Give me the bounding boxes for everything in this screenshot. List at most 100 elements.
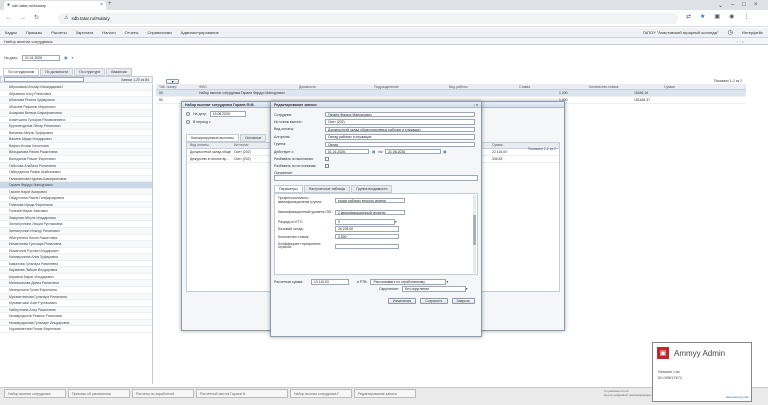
taskbar-item-label: Приказы об увольнении [72,391,111,396]
close-icon[interactable]: ▫ × [474,103,478,107]
browser-tab[interactable]: ● sdb.tatar.ru/#salary × [4,1,106,10]
close-button[interactable]: Закрыть [451,297,475,304]
save-button[interactable]: Сохранить [420,297,448,304]
tab-settings-tables[interactable]: Настроечные таблицы [303,185,351,194]
col-rate: Ставка [519,84,531,89]
col-fio: ФИО [199,84,207,89]
rounding-select[interactable]: Без округления [401,286,466,292]
split-src-label: Разбивать по источникам: [274,164,317,169]
forward-icon[interactable]: → [20,15,26,21]
org-name: ГАПОУ "Апастовский аграрный колледж" [642,30,719,35]
chevron-down-icon[interactable]: ▾ [395,220,397,224]
profile-icon[interactable]: ◉ [729,13,734,20]
tab-group[interactable]: Группа входимости [351,185,393,194]
search-field[interactable] [4,76,84,83]
period-from-label: Действует с: [274,149,295,154]
employee-field[interactable]: Гараев Фирдус Мансурович [325,111,475,118]
tab-by-employee[interactable]: По сотрудникам [3,68,40,76]
actions-button[interactable]: ▼ [166,78,180,84]
taskbar-item[interactable]: Расчеты по заработной [132,389,194,398]
cell: 1,000 [559,91,568,95]
rtv-select[interactable]: Рассчитывать по отработанному [370,279,447,285]
scrollbar[interactable] [473,195,476,274]
taskbar-item[interactable]: Набор выплат сотрудника [4,389,66,398]
taskbar-item[interactable]: Приказы об увольнении [68,389,130,398]
col-source: Источник [234,143,249,147]
session-id: ID=93617671 [658,375,683,380]
star-icon[interactable]: ★ [700,13,705,20]
menu-item-calc[interactable]: Расчеты [51,30,67,35]
menu-item-admin[interactable]: Администрирование [181,30,219,35]
source-field[interactable]: Оснт (202) [325,119,475,125]
calc-sum-field[interactable]: 13 110,00 [311,279,349,285]
filter-icon[interactable]: ▾ [72,56,74,60]
close-window-icon[interactable]: × [754,2,758,8]
col-rate-count: Количество ставок [589,84,619,89]
base-salary-field[interactable]: 26 225,00 [335,226,399,232]
tab-calc-payments[interactable]: Калькулируемые выплаты [186,133,239,142]
reload-icon[interactable]: ↻ [34,14,39,21]
algorithm-label: Алгоритм: [274,134,291,139]
level-field[interactable]: 2 квалификационный уровень [335,209,405,216]
source-label: Источник выплат: [274,120,303,125]
chevron-down-icon[interactable]: ▾ [466,287,468,291]
tab-by-position[interactable]: По должности [40,68,74,76]
menu-item-salary[interactable]: Зарплата [76,30,94,35]
date-input[interactable]: 01.01.2026 [22,55,61,61]
url-field[interactable]: ⚠ sdb.tatar.ru/#salary [58,13,678,24]
calendar-icon[interactable]: ▦ [64,56,67,60]
list-item[interactable]: Нуриахметова Ралия Фаритовна [0,326,152,333]
split-pay-checkbox[interactable] [325,157,329,162]
new-tab-icon[interactable]: + [108,1,112,7]
priority-coef-field[interactable] [335,243,399,250]
changes-button[interactable]: Изменения [387,297,417,304]
tab-by-structure[interactable]: По структуре [74,68,106,76]
more-icon[interactable]: ⋮ [743,13,749,20]
col-tab-number: Таб. номер [159,84,177,89]
maximize-icon[interactable]: □ [742,2,746,8]
taskbar-item[interactable]: Расчетный листок Гараев Ф. [196,389,288,398]
menu-item-reports[interactable]: Отчеты [125,30,139,35]
tab-parameters[interactable]: Параметры [274,185,303,194]
split-src-checkbox[interactable] [325,164,329,169]
page-header: Набор выплат сотрудника [0,38,768,45]
calendar-icon[interactable]: ▦ [372,150,375,154]
pay-type-field[interactable]: Должностной оклад общеотраслевых рабочих… [325,126,475,133]
group-field[interactable]: Оклад [325,141,475,147]
taskbar-item[interactable]: Набор выплат сотрудника Г. [290,389,352,398]
date-from-input[interactable]: 01.01.2026 [325,148,369,155]
period-label: В период с [193,119,211,124]
rate-count-field[interactable]: 0,500 [335,233,399,240]
menu-item-orders[interactable]: Приказы [26,30,42,35]
ammyy-link[interactable]: www.ammyy.com [726,395,749,399]
window-buttons-icon[interactable]: ▫ ▫ × [737,39,744,44]
menu-item-directories[interactable]: Справочники [147,30,171,35]
tab-title: sdb.tatar.ru/#salary [12,3,47,8]
tab-main[interactable]: Основные [239,133,267,142]
back-icon[interactable]: ← [6,15,12,21]
on-date-input[interactable]: 15.08.2026 [209,111,246,117]
tab-vacancies[interactable]: Вакансии [106,68,132,76]
on-date-radio[interactable] [186,111,190,116]
close-icon[interactable]: × [100,3,103,8]
extensions-icon[interactable]: ▣ [714,13,720,20]
calendar-icon[interactable]: ▦ [443,150,446,154]
interface-label[interactable]: Интерфейс [742,30,763,35]
chevron-down-icon[interactable]: ⌄ [718,2,723,9]
algorithm-field[interactable]: Оклад рабочих и служащих [325,134,475,140]
col-pay-type: Вид оплаты [190,143,209,147]
table-row[interactable]: 50 Набор выплат сотрудника Гараев Фирдус… [156,90,746,97]
date-to-input[interactable]: 31.08.2026 [385,148,442,155]
period-radio[interactable] [186,119,190,124]
grade-field[interactable]: 0 [335,219,395,225]
level-label: Квалификационный уровень ПКГ: [278,209,333,214]
menu-item-taxes[interactable]: Налоги [102,30,115,35]
cell: 336,83 [492,156,503,161]
minimize-icon[interactable]: – [731,2,734,8]
pkg-field[interactable]: ессии рабочих второго уровня [335,197,405,204]
translate-icon[interactable]: ⇄ [686,13,691,20]
menu-item-kadry[interactable]: Кадры [5,30,17,35]
chevron-down-icon[interactable]: ▾ [446,280,448,284]
taskbar-item[interactable]: Редактирование записи [354,389,416,398]
group-label: Группа: [274,142,287,147]
